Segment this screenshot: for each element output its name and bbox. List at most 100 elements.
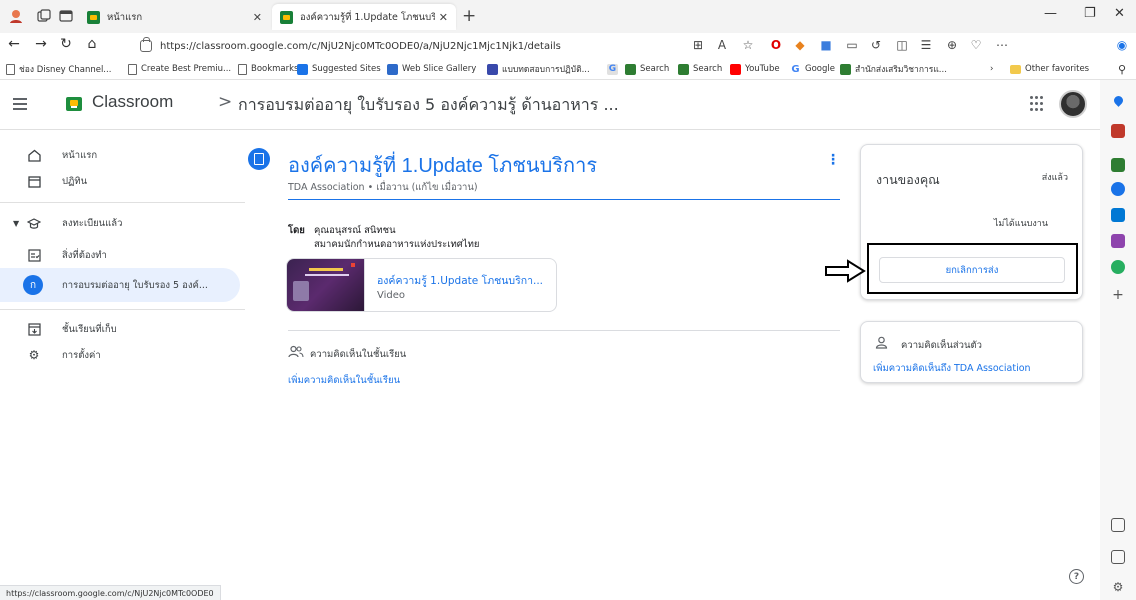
status-bar-url: https://classroom.google.com/c/NjU2Njc0M…: [0, 585, 221, 600]
browser-essentials-icon[interactable]: ♡: [968, 38, 984, 52]
add-sidebar-app-icon[interactable]: +: [1111, 288, 1125, 302]
submission-status: ส่งแล้ว: [1041, 173, 1068, 183]
tab-home[interactable]: หน้าแรก ✕: [79, 4, 270, 30]
app-available-icon[interactable]: ⊞: [690, 38, 706, 52]
nav-label: ปฏิทิน: [62, 175, 88, 187]
vertical-tabs-icon[interactable]: [58, 8, 74, 24]
sidebar-settings-icon[interactable]: ⚙: [1111, 580, 1125, 594]
drop-icon[interactable]: [1111, 260, 1125, 274]
breadcrumb-course[interactable]: การอบรมต่ออายุ ใบรับรอง 5 องค์ความรู้ ด้…: [238, 93, 619, 118]
nav-item-enrolled[interactable]: ▼ ลงทะเบียนแล้ว: [0, 208, 240, 238]
google-icon: G: [607, 63, 618, 75]
highlight-box: [867, 243, 1078, 294]
add-private-comment-link[interactable]: เพิ่มความคิดเห็นถึง TDA Association: [873, 361, 1031, 376]
favorite-label: Suggested Sites: [312, 64, 381, 74]
lock-icon[interactable]: [140, 37, 152, 52]
designer-icon[interactable]: [1111, 234, 1125, 248]
main-menu-icon[interactable]: [13, 95, 29, 111]
account-avatar[interactable]: [1059, 90, 1087, 118]
split-screen-icon[interactable]: ◫: [894, 38, 910, 52]
back-icon[interactable]: ←: [4, 36, 24, 52]
course-avatar: ก: [23, 275, 43, 295]
tab-assignment[interactable]: องค์ความรู้ที่ 1.Update โภชนบริการ ✕: [272, 4, 456, 30]
more-options-icon[interactable]: ⋮: [826, 152, 840, 168]
nav-label: ลงทะเบียนแล้ว: [62, 217, 123, 229]
gear-icon: ⚙: [28, 348, 40, 362]
other-favorites[interactable]: Other favorites: [1010, 62, 1089, 76]
comments-divider: [288, 330, 840, 331]
nav-item-todo[interactable]: สิ่งที่ต้องทำ: [0, 240, 240, 270]
author-organization: สมาคมนักกำหนดอาหารแห่งประเทศไทย: [314, 239, 480, 250]
profile-icon[interactable]: [8, 8, 24, 24]
pin-icon[interactable]: [1112, 94, 1125, 107]
games-icon[interactable]: [1111, 158, 1125, 172]
page-icon: [6, 63, 15, 75]
favorite-item[interactable]: Search: [625, 62, 669, 76]
favorite-label: Google: [805, 64, 835, 74]
folder-icon: [1010, 64, 1021, 74]
nav-label: ชั้นเรียนที่เก็บ: [62, 323, 117, 335]
hide-sidebar-icon[interactable]: [1111, 550, 1125, 564]
refresh-icon[interactable]: ↻: [56, 36, 76, 52]
address-bar-row: ← → ↻ ⌂ https://classroom.google.com/c/N…: [0, 33, 1136, 58]
collapse-caret-icon[interactable]: ▼: [13, 219, 19, 228]
classroom-logo-icon[interactable]: [66, 97, 82, 111]
collections-add-icon[interactable]: ⊕: [944, 38, 960, 52]
favorite-item[interactable]: ช่อง Disney Channel...: [6, 62, 111, 76]
favorite-item[interactable]: YouTube: [730, 62, 780, 76]
favorite-item[interactable]: Create Best Premiu...: [128, 62, 231, 76]
screenshot-icon[interactable]: [1111, 518, 1125, 532]
favorite-item[interactable]: G: [607, 62, 622, 76]
tools-icon[interactable]: [1111, 124, 1125, 138]
google-apps-icon[interactable]: [1030, 96, 1046, 112]
breadcrumb-separator-icon: >: [218, 92, 233, 112]
minimize-icon[interactable]: —: [1044, 6, 1057, 21]
favorites-overflow-icon[interactable]: ›: [990, 62, 993, 76]
favorites-icon[interactable]: ☰: [918, 38, 934, 52]
arrow-right-icon: [825, 259, 866, 283]
close-tab-icon[interactable]: ✕: [439, 11, 448, 24]
youtube-icon: [730, 63, 741, 75]
favorite-item[interactable]: Bookmarks: [238, 62, 299, 76]
favorite-item[interactable]: แบบทดสอบการปฏิบัติ...: [487, 62, 590, 76]
home-icon[interactable]: ⌂: [82, 36, 102, 52]
favorite-star-icon[interactable]: ☆: [740, 38, 756, 52]
video-attachment[interactable]: องค์ความรู้ 1.Update โภชนบริกา... Video: [286, 258, 557, 312]
search-icon[interactable]: ⚲: [1118, 62, 1126, 76]
opera-extension-icon[interactable]: O: [768, 38, 784, 52]
collections-icon[interactable]: ▭: [844, 38, 860, 52]
nav-item-calendar[interactable]: ปฏิทิน: [0, 166, 240, 196]
new-tab-button[interactable]: +: [462, 6, 476, 26]
extension-icon[interactable]: ■: [818, 38, 834, 52]
nav-item-settings[interactable]: ⚙ การตั้งค่า: [0, 340, 240, 370]
nav-label: หน้าแรก: [62, 149, 98, 161]
favorite-item[interactable]: สำนักส่งเสริมวิชาการแ...: [840, 62, 947, 76]
add-class-comment-link[interactable]: เพิ่มความคิดเห็นในชั้นเรียน: [288, 373, 400, 388]
browser-tab-bar: หน้าแรก ✕ องค์ความรู้ที่ 1.Update โภชนบร…: [0, 0, 1136, 33]
favorite-item[interactable]: Suggested Sites: [297, 62, 381, 76]
metamask-extension-icon[interactable]: ◆: [792, 38, 808, 52]
nav-item-course[interactable]: ก การอบรมต่ออายุ ใบรับรอง 5 องค์...: [0, 268, 240, 302]
address-input[interactable]: https://classroom.google.com/c/NjU2Njc0M…: [140, 37, 670, 55]
search-site-icon: [625, 63, 636, 75]
copilot-icon[interactable]: ◉: [1114, 38, 1130, 52]
workspaces-icon[interactable]: [36, 8, 52, 24]
favorite-label: Web Slice Gallery: [402, 64, 477, 74]
favorite-item[interactable]: Search: [678, 62, 722, 76]
help-icon[interactable]: ?: [1069, 569, 1084, 584]
video-thumbnail: [287, 259, 365, 311]
office-icon[interactable]: [1111, 182, 1125, 196]
favorite-item[interactable]: G Google: [790, 62, 835, 76]
more-menu-icon[interactable]: ⋯: [994, 38, 1010, 52]
read-aloud-icon[interactable]: A: [714, 38, 730, 52]
close-window-icon[interactable]: ✕: [1114, 6, 1125, 21]
restore-icon[interactable]: ❐: [1084, 6, 1096, 21]
attachment-title: องค์ความรู้ 1.Update โภชนบริกา...: [377, 275, 543, 287]
refresh-extension-icon[interactable]: ↺: [868, 38, 884, 52]
classroom-tab-icon: [280, 10, 293, 24]
app-title[interactable]: Classroom: [92, 92, 173, 112]
favorite-item[interactable]: Web Slice Gallery: [387, 62, 476, 76]
outlook-icon[interactable]: [1111, 208, 1125, 222]
forward-icon[interactable]: →: [31, 36, 51, 52]
close-tab-icon[interactable]: ✕: [253, 11, 262, 24]
